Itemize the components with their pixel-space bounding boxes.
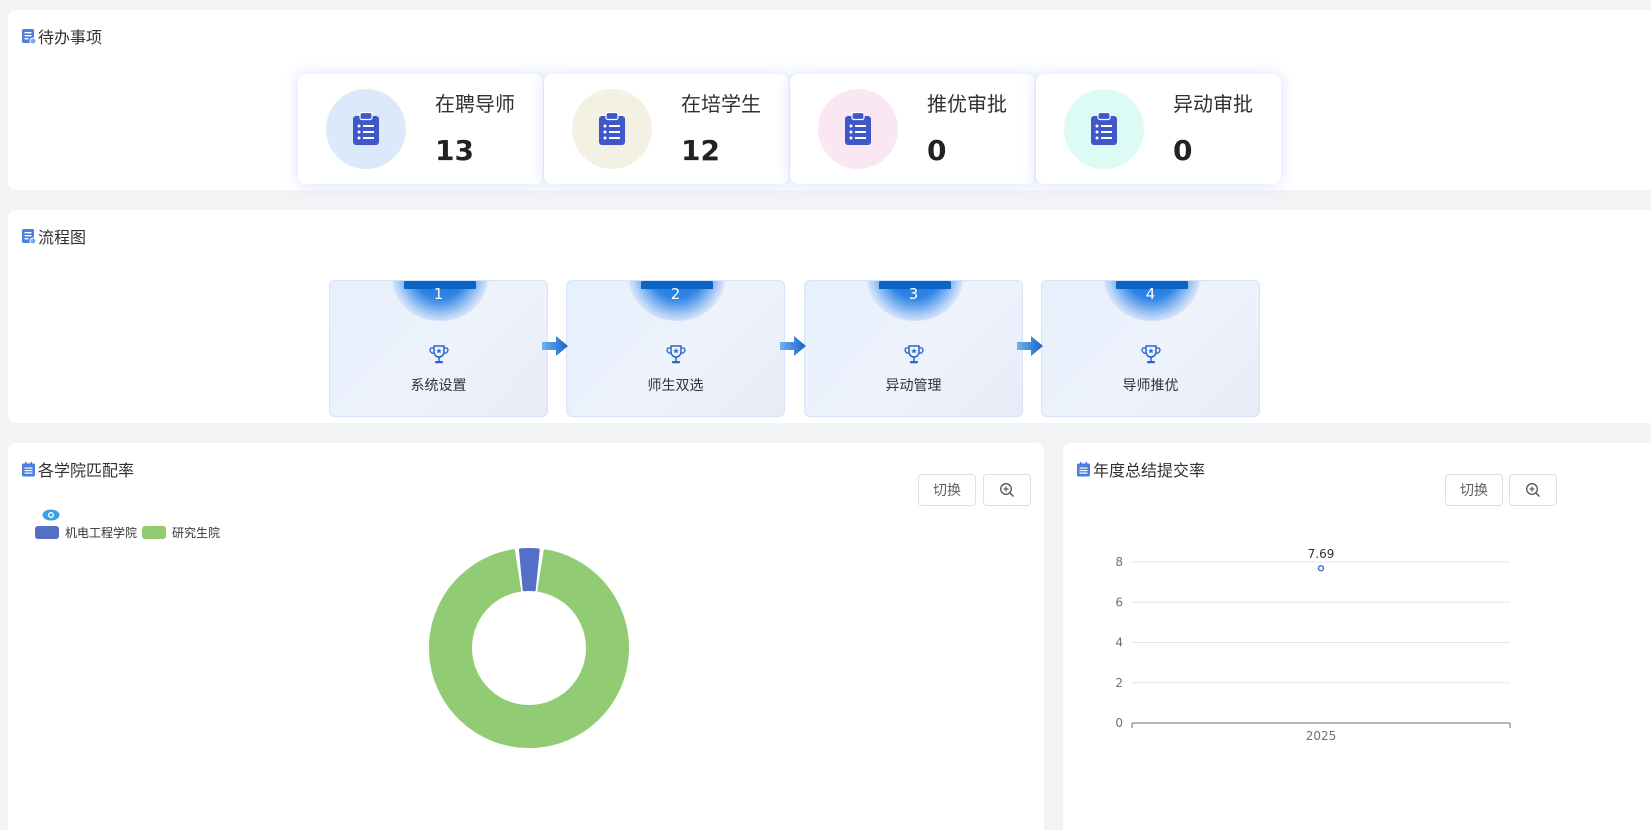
match-rate-donut-chart — [429, 548, 629, 748]
todo-card-value: 0 — [1173, 134, 1193, 167]
clipboard-list-icon — [599, 112, 625, 145]
annual-rate-chart: 0 2 4 6 8 2025 7.69 — [1115, 547, 1511, 743]
todo-panel-title: 待办事项 — [22, 24, 102, 48]
todo-card[interactable]: 在培学生 12 — [544, 74, 789, 184]
step-label: 师生双选 — [647, 378, 704, 394]
todo-card-label: 在聘导师 — [435, 92, 515, 116]
y-tick-label: 6 — [1115, 595, 1123, 609]
document-icon — [22, 28, 36, 44]
trophy-icon — [1141, 345, 1161, 364]
x-tick-label: 2025 — [1306, 729, 1337, 743]
todo-card[interactable]: 异动审批 0 — [1036, 74, 1281, 184]
flow-arrow-icon — [780, 336, 806, 356]
donut-slice[interactable] — [518, 548, 540, 592]
y-tick-label: 2 — [1115, 676, 1123, 690]
todo-card-label: 在培学生 — [681, 92, 761, 116]
step-number: 4 — [1145, 285, 1156, 303]
flow-arrow-icon — [542, 336, 568, 356]
todo-title-text: 待办事项 — [38, 28, 103, 47]
annual-rate-panel: 年度总结提交率 切换 0 2 4 6 8 2025 7.69 — [1063, 443, 1651, 830]
step-label: 导师推优 — [1122, 378, 1179, 394]
flow-step[interactable]: 1 系统设置 — [329, 280, 548, 417]
y-tick-label: 8 — [1115, 555, 1123, 569]
todo-card-value: 12 — [681, 134, 720, 167]
todo-card-icon-circle — [1064, 89, 1144, 169]
step-label: 异动管理 — [885, 378, 942, 394]
trophy-icon — [429, 345, 449, 364]
data-label: 7.69 — [1308, 547, 1335, 561]
todo-card[interactable]: 在聘导师 13 — [298, 74, 543, 184]
y-tick-label: 4 — [1115, 636, 1123, 650]
data-point[interactable] — [1317, 564, 1325, 572]
flow-step[interactable]: 4 导师推优 — [1041, 280, 1260, 417]
todo-card-value: 0 — [927, 134, 947, 167]
todo-card-icon-circle — [326, 89, 406, 169]
clipboard-list-icon — [1091, 112, 1117, 145]
todo-card[interactable]: 推优审批 0 — [790, 74, 1035, 184]
flow-panel-title: 流程图 — [22, 224, 86, 248]
todo-card-icon-circle — [572, 89, 652, 169]
clipboard-list-icon — [353, 112, 379, 145]
todo-card-icon-circle — [818, 89, 898, 169]
trophy-icon — [904, 345, 924, 364]
todo-card-value: 13 — [435, 134, 474, 167]
flow-panel: 流程图 1 系统设置 2 师生双选 3 异动管理 4 导师推优 — [8, 210, 1651, 423]
flow-title-text: 流程图 — [38, 228, 87, 247]
flow-step[interactable]: 2 师生双选 — [566, 280, 785, 417]
y-tick-label: 0 — [1115, 716, 1123, 730]
flow-arrow-icon — [1017, 336, 1043, 356]
document-icon — [22, 228, 36, 244]
clipboard-list-icon — [845, 112, 871, 145]
match-rate-panel: 各学院匹配率 切换 机电工程学院 研究生院 — [8, 443, 1044, 830]
flow-step[interactable]: 3 异动管理 — [804, 280, 1023, 417]
step-number: 3 — [908, 285, 919, 303]
todo-panel: 待办事项 在聘导师 13 在培学生 12 推优审批 0 异动审批 0 — [8, 10, 1651, 190]
step-number: 1 — [433, 285, 444, 303]
trophy-icon — [666, 345, 686, 364]
todo-card-label: 异动审批 — [1173, 92, 1253, 116]
step-label: 系统设置 — [410, 378, 467, 394]
todo-card-label: 推优审批 — [927, 92, 1007, 116]
step-number: 2 — [670, 285, 681, 303]
